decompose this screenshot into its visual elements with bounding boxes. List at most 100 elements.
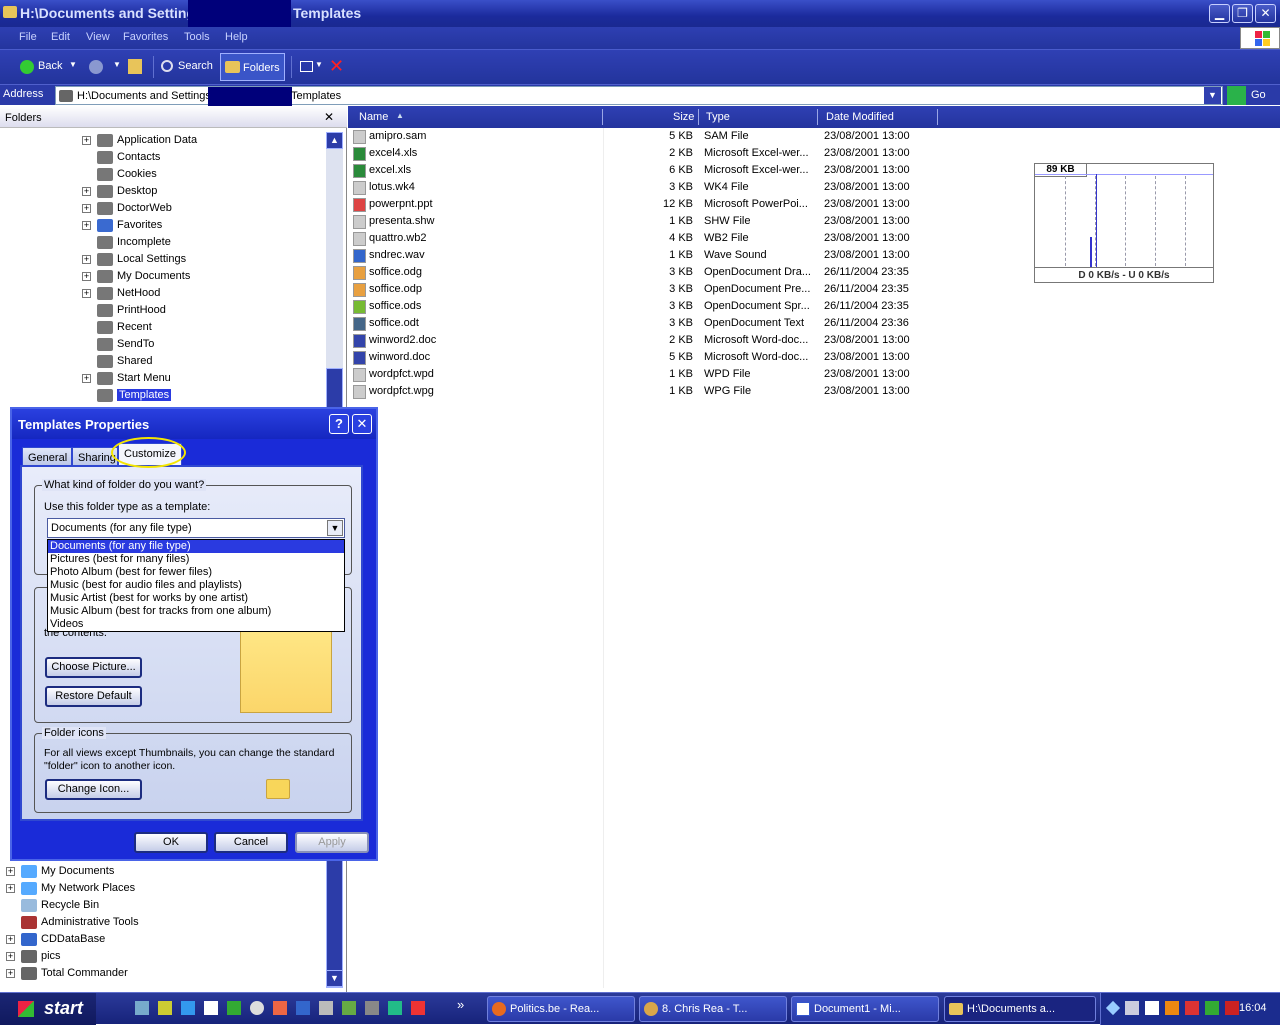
help-icon[interactable]: ? <box>329 414 349 434</box>
file-row[interactable]: winword.doc 5 KB Microsoft Word-doc... 23/0… <box>351 349 951 366</box>
quicklaunch-app-icon[interactable] <box>388 1001 402 1015</box>
folder-type-select[interactable]: Documents (for any file type) ▼ <box>47 518 345 538</box>
dropdown-option[interactable]: Documents (for any file type) <box>48 540 344 553</box>
taskbar-item-word[interactable]: Document1 - Mi... <box>791 996 939 1022</box>
back-dropdown-icon[interactable]: ▼ <box>69 60 77 69</box>
quick-launch-overflow[interactable]: » <box>457 997 464 1012</box>
tree-item[interactable]: PrintHood <box>82 302 166 319</box>
expand-icon[interactable]: + <box>6 883 15 893</box>
expand-icon[interactable]: + <box>82 373 91 383</box>
tree-item[interactable]: SendTo <box>82 336 154 353</box>
tree-item[interactable]: Contacts <box>82 149 160 166</box>
views-icon[interactable] <box>300 61 313 72</box>
dialog-titlebar[interactable]: Templates Properties ? ✕ <box>12 409 376 439</box>
expand-icon[interactable]: + <box>82 186 91 196</box>
ie-icon[interactable] <box>181 1001 195 1015</box>
menu-tools[interactable]: Tools <box>184 31 210 43</box>
scroll-up-icon[interactable]: ▲ <box>326 132 343 149</box>
restore-default-button[interactable]: Restore Default <box>45 686 142 707</box>
tray-app-icon[interactable] <box>1225 1001 1239 1015</box>
file-row[interactable]: excel.xls 6 KB Microsoft Excel-wer... 23/08… <box>351 162 951 179</box>
up-folder-icon[interactable] <box>128 59 142 74</box>
column-date[interactable]: Date Modified <box>826 111 894 123</box>
paint-icon[interactable] <box>273 1001 287 1015</box>
tree-item[interactable]: Cookies <box>82 166 157 183</box>
file-row[interactable]: soffice.odg 3 KB OpenDocument Dra... 26/11/… <box>351 264 951 281</box>
file-row[interactable]: wordpfct.wpd 1 KB WPD File 23/08/2001 13:00 <box>351 366 951 383</box>
tree-item[interactable]: Shared <box>82 353 152 370</box>
apply-button[interactable]: Apply <box>295 832 369 853</box>
expand-icon[interactable] <box>82 238 91 247</box>
restore-button[interactable]: ❐ <box>1232 4 1253 23</box>
dropdown-option[interactable]: Photo Album (best for fewer files) <box>48 566 344 579</box>
cancel-button[interactable]: Cancel <box>214 832 288 853</box>
menu-file[interactable]: File <box>19 31 37 43</box>
dropdown-option[interactable]: Pictures (best for many files) <box>48 553 344 566</box>
network-icon[interactable] <box>1125 1001 1139 1015</box>
close-button[interactable]: ✕ <box>1255 4 1276 23</box>
tree-item[interactable]: + My Network Places <box>6 880 135 897</box>
excel-icon[interactable] <box>227 1001 241 1015</box>
gear-icon[interactable] <box>365 1001 379 1015</box>
column-divider[interactable] <box>937 109 938 125</box>
window-titlebar[interactable]: H:\Documents and Settings Templates ▁ ❐ … <box>0 0 1280 27</box>
file-row[interactable]: soffice.odt 3 KB OpenDocument Text 26/11/20… <box>351 315 951 332</box>
expand-icon[interactable]: + <box>82 254 91 264</box>
column-size[interactable]: Size <box>673 111 694 123</box>
clock[interactable]: 16:04 <box>1239 1002 1267 1014</box>
tray-app-icon[interactable] <box>1165 1001 1179 1015</box>
menu-edit[interactable]: Edit <box>51 31 70 43</box>
file-row[interactable]: presenta.shw 1 KB SHW File 23/08/2001 13:00 <box>351 213 951 230</box>
dropdown-option[interactable]: Music Album (best for tracks from one al… <box>48 605 344 618</box>
expand-icon[interactable]: + <box>82 135 91 145</box>
back-button[interactable]: Back <box>38 60 62 72</box>
expand-icon[interactable] <box>82 170 91 179</box>
tree-item[interactable]: + My Documents <box>82 268 190 285</box>
address-field[interactable]: H:\Documents and Settings Templates ▼ <box>55 86 1223 107</box>
tab-general[interactable]: General <box>22 447 72 467</box>
tree-item[interactable]: Recent <box>82 319 152 336</box>
quicklaunch-app-icon[interactable] <box>296 1001 310 1015</box>
tree-item[interactable]: Templates <box>82 387 172 404</box>
tree-item[interactable]: + Local Settings <box>82 251 186 268</box>
close-icon[interactable]: ✕ <box>324 110 334 124</box>
tree-item[interactable]: Administrative Tools <box>6 914 139 931</box>
minimize-button[interactable]: ▁ <box>1209 4 1230 23</box>
forward-dropdown-icon[interactable]: ▼ <box>113 60 121 69</box>
file-row[interactable]: soffice.odp 3 KB OpenDocument Pre... 26/11/… <box>351 281 951 298</box>
tray-app-icon[interactable] <box>1205 1001 1219 1015</box>
tree-item[interactable]: Recycle Bin <box>6 897 99 914</box>
column-type[interactable]: Type <box>706 111 730 123</box>
tree-item[interactable]: + My Documents <box>6 863 114 880</box>
menu-view[interactable]: View <box>86 31 110 43</box>
column-divider[interactable] <box>817 109 818 125</box>
address-dropdown-icon[interactable]: ▼ <box>1204 87 1221 104</box>
change-icon-button[interactable]: Change Icon... <box>45 779 142 800</box>
forward-arrow-icon[interactable] <box>89 60 103 74</box>
taskbar-item-music[interactable]: 8. Chris Rea - T... <box>639 996 787 1022</box>
file-row[interactable]: amipro.sam 5 KB SAM File 23/08/2001 13:00 <box>351 128 951 145</box>
dialog-close-icon[interactable]: ✕ <box>352 414 372 434</box>
tree-item[interactable]: + Application Data <box>82 132 197 149</box>
expand-icon[interactable]: + <box>6 866 15 876</box>
tray-app-icon[interactable] <box>1105 1000 1121 1016</box>
expand-icon[interactable] <box>82 306 91 315</box>
quicklaunch-app-icon[interactable] <box>342 1001 356 1015</box>
taskbar-item-explorer[interactable]: H:\Documents a... <box>944 996 1096 1022</box>
file-row[interactable]: winword2.doc 2 KB Microsoft Word-doc... 23/… <box>351 332 951 349</box>
file-row[interactable]: lotus.wk4 3 KB WK4 File 23/08/2001 13:00 <box>351 179 951 196</box>
tree-item[interactable]: + CDDataBase <box>6 931 105 948</box>
tree-item[interactable]: + Start Menu <box>82 370 171 387</box>
file-row[interactable]: powerpnt.ppt 12 KB Microsoft PowerPoi... 23… <box>351 196 951 213</box>
expand-icon[interactable]: + <box>6 934 15 944</box>
dropdown-option[interactable]: Videos <box>48 618 344 631</box>
tree-item[interactable]: + DoctorWeb <box>82 200 172 217</box>
menu-help[interactable]: Help <box>225 31 248 43</box>
scroll-down-icon[interactable]: ▼ <box>326 970 343 987</box>
go-button[interactable]: Go <box>1227 86 1277 105</box>
file-row[interactable]: sndrec.wav 1 KB Wave Sound 23/08/2001 13:00 <box>351 247 951 264</box>
expand-icon[interactable] <box>82 391 91 400</box>
quicklaunch-app-icon[interactable] <box>319 1001 333 1015</box>
file-row[interactable]: soffice.ods 3 KB OpenDocument Spr... 26/11/… <box>351 298 951 315</box>
media-icon[interactable] <box>250 1001 264 1015</box>
